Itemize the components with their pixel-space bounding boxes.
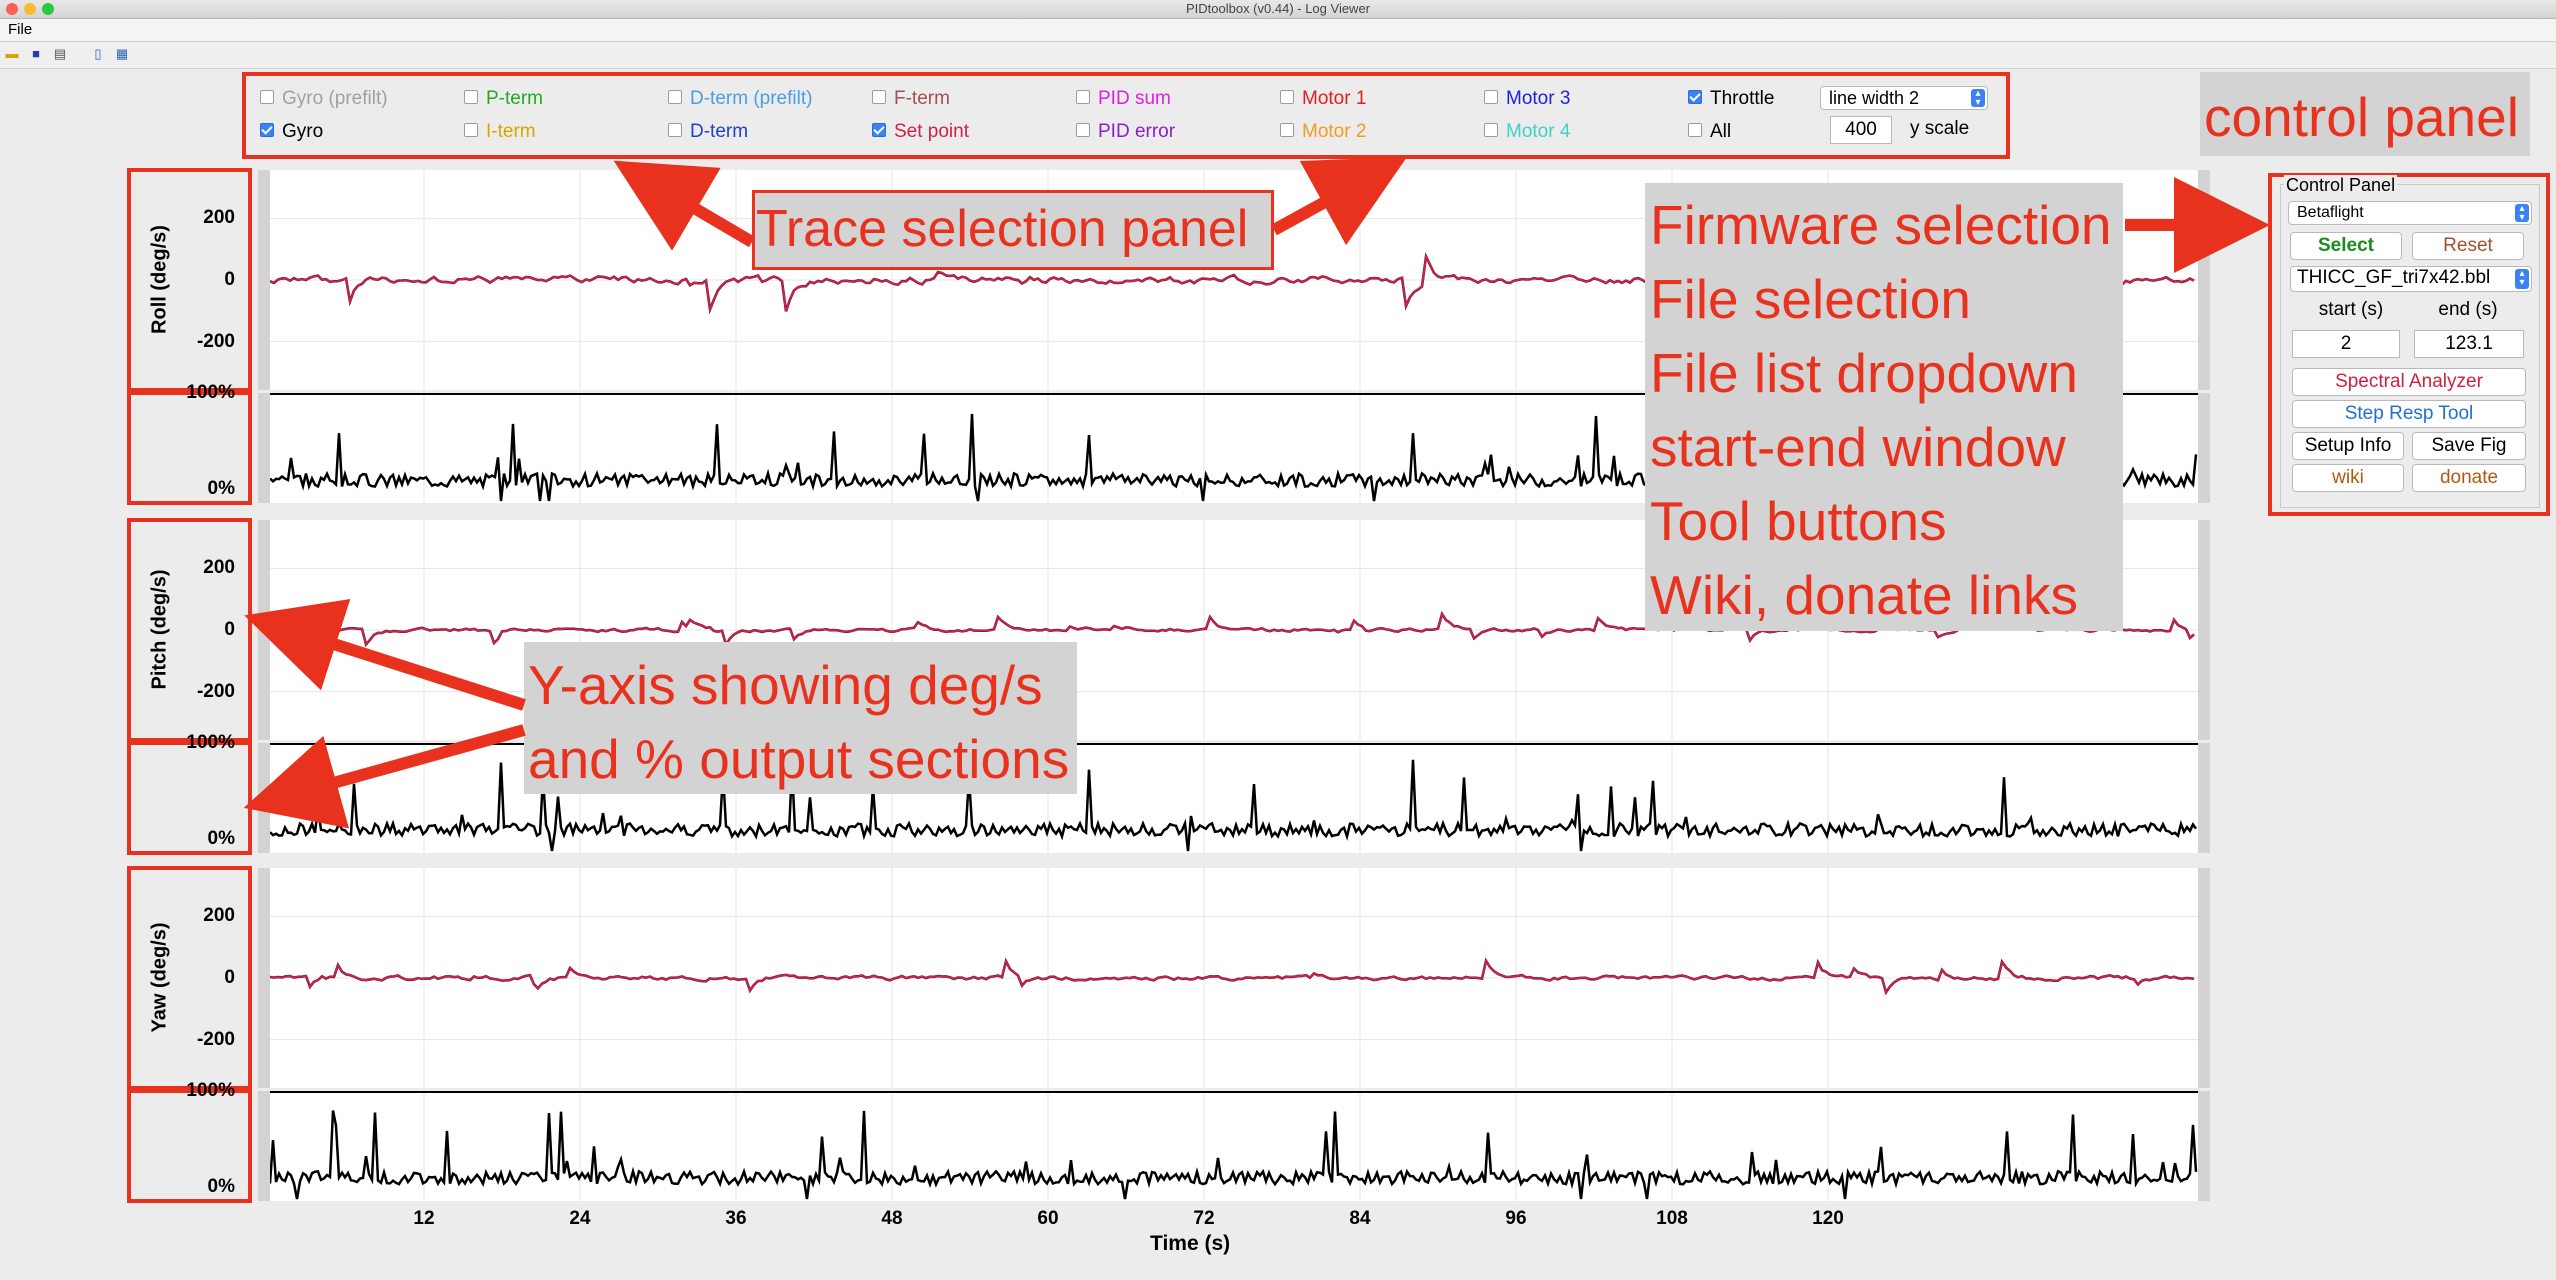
annotation-arrows	[243, 156, 2270, 829]
arrow-to-pct-axis	[243, 724, 526, 829]
arrow-to-deg-axis	[244, 598, 526, 711]
arrow-to-trace-panel-left	[613, 160, 756, 251]
arrow-to-trace-panel-right	[1271, 156, 1408, 246]
